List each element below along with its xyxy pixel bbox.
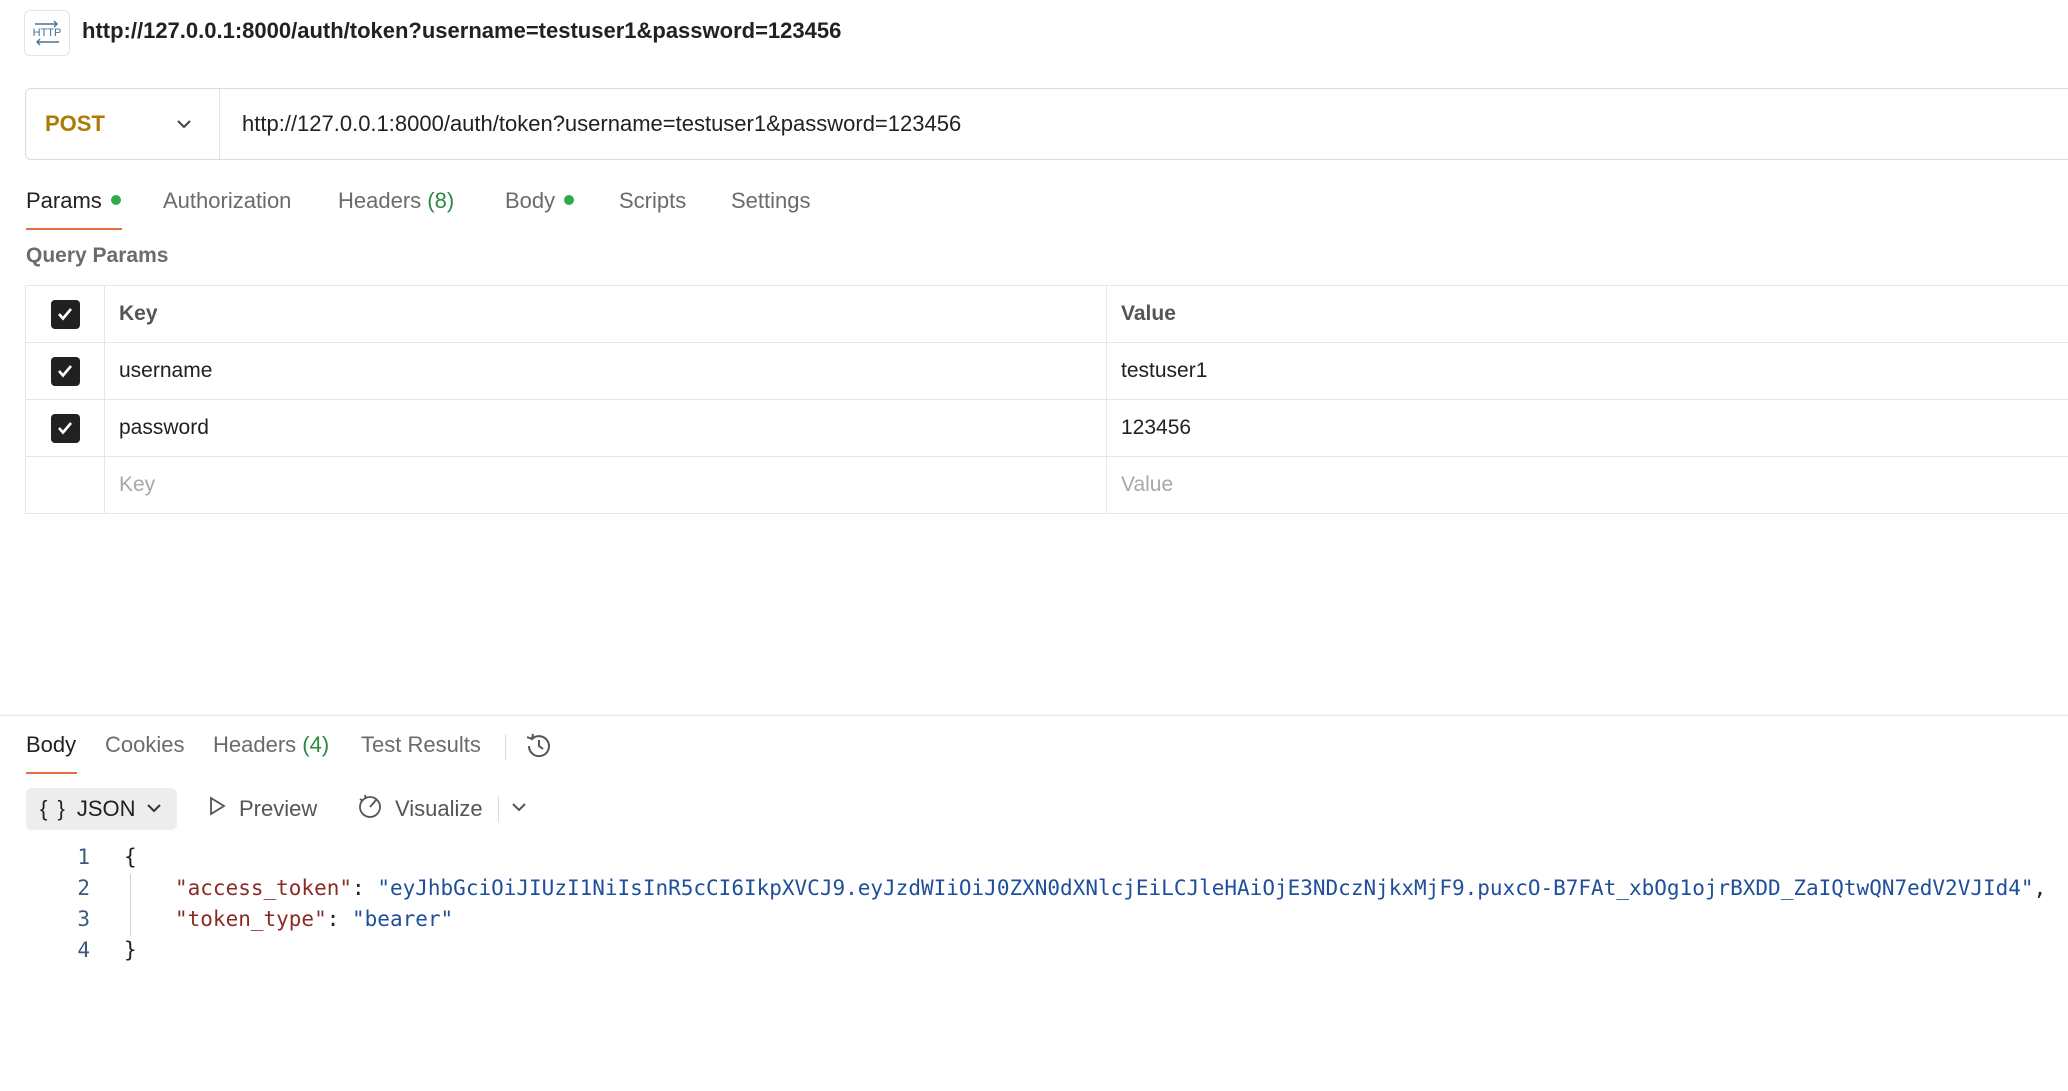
tab-headers-label: Headers — [338, 188, 422, 213]
tab-cookies[interactable]: Cookies — [105, 728, 184, 774]
new-key-input[interactable]: Key — [105, 457, 1107, 513]
tab-separator — [505, 734, 506, 760]
tab-response-body[interactable]: Body — [26, 728, 77, 774]
preview-label: Preview — [239, 796, 318, 821]
visualize-icon — [356, 792, 384, 826]
tab-body-label: Body — [505, 188, 556, 213]
headers-count: (8) — [427, 188, 455, 213]
method-label: POST — [45, 111, 105, 136]
row-checkbox-password[interactable] — [50, 413, 80, 443]
format-label: JSON — [76, 796, 136, 821]
table-row: password 123456 — [26, 400, 2068, 457]
response-headers-count: (4) — [302, 732, 330, 757]
table-row: username testuser1 — [26, 343, 2068, 400]
http-icon: HTTP — [24, 10, 70, 56]
new-value-input[interactable]: Value — [1107, 457, 2068, 513]
braces-icon: { } — [40, 796, 67, 821]
tab-authorization[interactable]: Authorization — [163, 186, 291, 230]
table-row-empty: Key Value — [26, 457, 2068, 514]
url-input[interactable]: http://127.0.0.1:8000/auth/token?usernam… — [242, 111, 961, 137]
preview-button[interactable]: Preview — [206, 788, 317, 830]
code-line: 1 { — [0, 842, 2068, 873]
tab-scripts-label: Scripts — [619, 188, 687, 213]
code-line: 3 "token_type": "bearer" — [0, 904, 2068, 935]
line-number: 1 — [77, 845, 90, 869]
visualize-button[interactable]: Visualize — [356, 788, 483, 830]
line-number: 3 — [77, 907, 90, 931]
tab-headers[interactable]: Headers (8) — [338, 186, 454, 230]
tab-params-label: Params — [26, 188, 102, 213]
param-key-password[interactable]: password — [105, 400, 1107, 456]
tab-params[interactable]: Params — [26, 186, 122, 230]
tab-scripts[interactable]: Scripts — [619, 186, 686, 230]
code-text: } — [124, 938, 137, 962]
tab-response-body-label: Body — [26, 732, 77, 757]
response-body-code[interactable]: 1 { 2 "access_token": "eyJhbGciOiJIUzI1N… — [0, 842, 2068, 966]
history-icon[interactable] — [523, 730, 555, 767]
url-bar: POST http://127.0.0.1:8000/auth/token?us… — [25, 88, 2068, 160]
query-params-title: Query Params — [26, 244, 169, 267]
tab-body[interactable]: Body — [505, 186, 575, 230]
title-bar: HTTP http://127.0.0.1:8000/auth/token?us… — [0, 0, 2068, 66]
json-comma: , — [2033, 876, 2047, 900]
line-number: 4 — [77, 938, 90, 962]
param-value-password[interactable]: 123456 — [1107, 400, 2068, 456]
pane-divider[interactable] — [0, 715, 2068, 716]
tab-response-headers[interactable]: Headers (4) — [213, 728, 329, 774]
select-all-checkbox[interactable] — [50, 299, 80, 329]
tab-test-results-label: Test Results — [361, 732, 481, 757]
tab-response-headers-label: Headers — [213, 732, 297, 757]
code-line: 2 "access_token": "eyJhbGciOiJIUzI1NiIsI… — [0, 873, 2068, 904]
play-icon — [206, 795, 228, 823]
row-checkbox-username[interactable] — [50, 356, 80, 386]
format-select[interactable]: { } JSON — [26, 788, 177, 830]
json-string-value: "bearer" — [352, 907, 454, 931]
tab-test-results[interactable]: Test Results — [361, 728, 481, 774]
tab-authorization-label: Authorization — [163, 188, 292, 213]
code-text: "access_token": "eyJhbGciOiJIUzI1NiIsInR… — [175, 876, 2047, 900]
chevron-down-icon — [175, 115, 193, 138]
value-column-header: Value — [1107, 286, 2068, 342]
key-column-header: Key — [105, 286, 1107, 342]
tab-settings[interactable]: Settings — [731, 186, 811, 230]
chevron-down-icon — [510, 796, 528, 822]
param-value-username[interactable]: testuser1 — [1107, 343, 2068, 399]
body-indicator-dot — [564, 195, 575, 205]
active-response-tab-underline — [26, 772, 77, 774]
json-string-value: "eyJhbGciOiJIUzI1NiIsInR5cCI6IkpXVCJ9.ey… — [377, 876, 2034, 900]
line-number: 2 — [77, 876, 90, 900]
json-key: "token_type" — [175, 907, 327, 931]
params-indicator-dot — [110, 195, 121, 205]
chevron-down-icon — [146, 796, 162, 822]
tab-settings-label: Settings — [731, 188, 811, 213]
tab-cookies-label: Cookies — [105, 732, 185, 757]
indent-guide — [130, 874, 131, 936]
row-check-cell — [26, 343, 105, 399]
param-key-username[interactable]: username — [105, 343, 1107, 399]
query-params-table: Key Value username testuser1 password 12… — [25, 285, 2068, 514]
code-line: 4 } — [0, 935, 2068, 966]
active-tab-underline — [26, 228, 122, 230]
code-text: "token_type": "bearer" — [175, 907, 454, 931]
row-check-cell — [26, 400, 105, 456]
row-check-cell — [26, 457, 105, 513]
visualize-label: Visualize — [395, 796, 483, 821]
json-key: "access_token" — [175, 876, 353, 900]
svg-text:HTTP: HTTP — [33, 27, 62, 39]
code-text: { — [124, 845, 137, 869]
visualize-menu-button[interactable] — [510, 788, 528, 830]
request-title[interactable]: http://127.0.0.1:8000/auth/token?usernam… — [82, 18, 841, 44]
table-header-row: Key Value — [26, 286, 2068, 343]
toolbar-separator — [498, 796, 499, 822]
select-all-cell — [26, 286, 105, 342]
method-select[interactable]: POST — [26, 89, 220, 159]
